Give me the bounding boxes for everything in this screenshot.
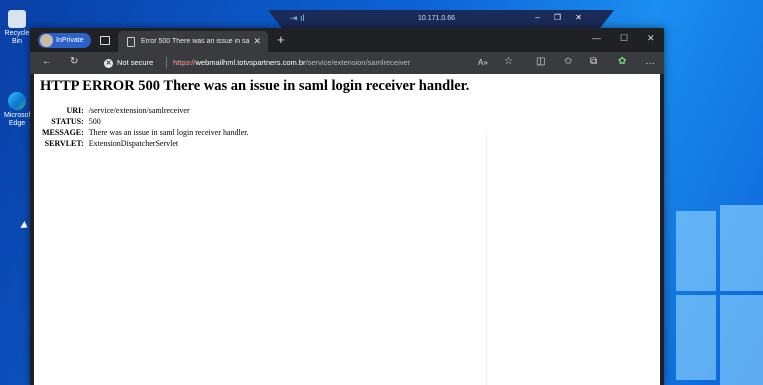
row-label: MESSAGE: — [42, 128, 84, 137]
page-icon — [127, 37, 135, 47]
back-icon[interactable]: ← — [42, 56, 52, 67]
row-label: STATUS: — [51, 117, 84, 126]
error-details-table: URI: /service/extension/samlreceiver STA… — [42, 105, 249, 149]
security-indicator[interactable]: ✕ Not secure — [104, 58, 153, 68]
refresh-icon[interactable]: ↻ — [70, 56, 78, 67]
desktop-icon-label: Recycle Bin — [4, 30, 30, 45]
signal-icon: ⇥ ıl — [290, 13, 305, 23]
profile-avatar — [40, 34, 53, 47]
row-value: 500 — [88, 117, 101, 126]
desktop-icon-label: Microsoft Edge — [4, 112, 33, 127]
table-row: URI: /service/extension/samlreceiver — [42, 105, 249, 116]
maximize-icon[interactable]: ☐ — [620, 33, 628, 44]
split-screen-icon[interactable]: ◫ — [536, 56, 545, 67]
edge-icon — [8, 92, 26, 110]
tab-active[interactable]: Error 500 There was an issue in sa ✕ — [118, 31, 268, 52]
not-secure-icon: ✕ — [104, 59, 113, 68]
url-protocol: https:// — [173, 58, 196, 67]
desktop-icon-edge[interactable]: Microsoft Edge — [4, 92, 33, 128]
new-tab-button[interactable]: + — [277, 32, 285, 47]
desktop-icon-recycle-bin[interactable]: Recycle Bin — [4, 10, 30, 46]
collections-icon[interactable]: ⧉ — [590, 56, 597, 67]
address-bar[interactable]: https://webmailhml.totvspartners.com.br/… — [173, 58, 410, 67]
read-aloud-icon[interactable]: A» — [478, 58, 488, 67]
navigation-toolbar: ← ↻ ✕ Not secure https://webmailhml.totvs… — [30, 52, 664, 74]
recycle-bin-icon — [8, 10, 26, 28]
inprivate-label: InPrivate — [56, 37, 84, 44]
tab-actions-icon[interactable] — [100, 36, 110, 45]
favorite-star-icon[interactable]: ☆ — [504, 56, 513, 67]
inprivate-button[interactable]: InPrivate — [38, 33, 91, 48]
favorites-icon[interactable]: ✩ — [564, 56, 572, 67]
table-row: MESSAGE: There was an issue in saml logi… — [42, 127, 249, 138]
page-content: HTTP ERROR 500 There was an issue in sam… — [34, 74, 660, 385]
tab-strip: InPrivate Error 500 There was an issue i… — [30, 28, 664, 52]
remote-window-controls[interactable]: ‒ ❐ ✕ — [535, 13, 588, 22]
remote-desktop-bar[interactable]: ⇥ ıl 10.171.0.66 ‒ ❐ ✕ — [268, 10, 614, 28]
security-label: Not secure — [117, 58, 154, 67]
more-menu-icon[interactable]: … — [645, 56, 655, 67]
url-host: webmailhml.totvspartners.com.br — [195, 58, 306, 67]
row-value: There was an issue in saml login receive… — [88, 128, 249, 137]
row-value: ExtensionDispatcherServlet — [88, 139, 179, 148]
url-path: /service/extension/samlreceiver — [305, 58, 411, 67]
mouse-cursor-icon — [20, 221, 30, 231]
close-tab-icon[interactable]: ✕ — [253, 36, 261, 47]
tab-title: Error 500 There was an issue in sa — [141, 38, 250, 45]
divider — [486, 134, 487, 385]
minimize-icon[interactable]: — — [592, 33, 601, 43]
row-label: URI: — [66, 106, 84, 115]
close-window-icon[interactable]: ✕ — [647, 33, 655, 44]
extension-icon[interactable]: ✿ — [618, 56, 626, 67]
error-heading: HTTP ERROR 500 There was an issue in sam… — [40, 78, 470, 94]
browser-window: InPrivate Error 500 There was an issue i… — [30, 28, 664, 385]
row-label: SERVLET: — [44, 139, 84, 148]
windows-logo — [672, 205, 763, 385]
table-row: SERVLET: ExtensionDispatcherServlet — [42, 138, 249, 149]
table-row: STATUS: 500 — [42, 116, 249, 127]
row-value: /service/extension/samlreceiver — [88, 106, 190, 115]
address-divider — [166, 57, 167, 68]
remote-ip: 10.171.0.66 — [418, 15, 455, 22]
